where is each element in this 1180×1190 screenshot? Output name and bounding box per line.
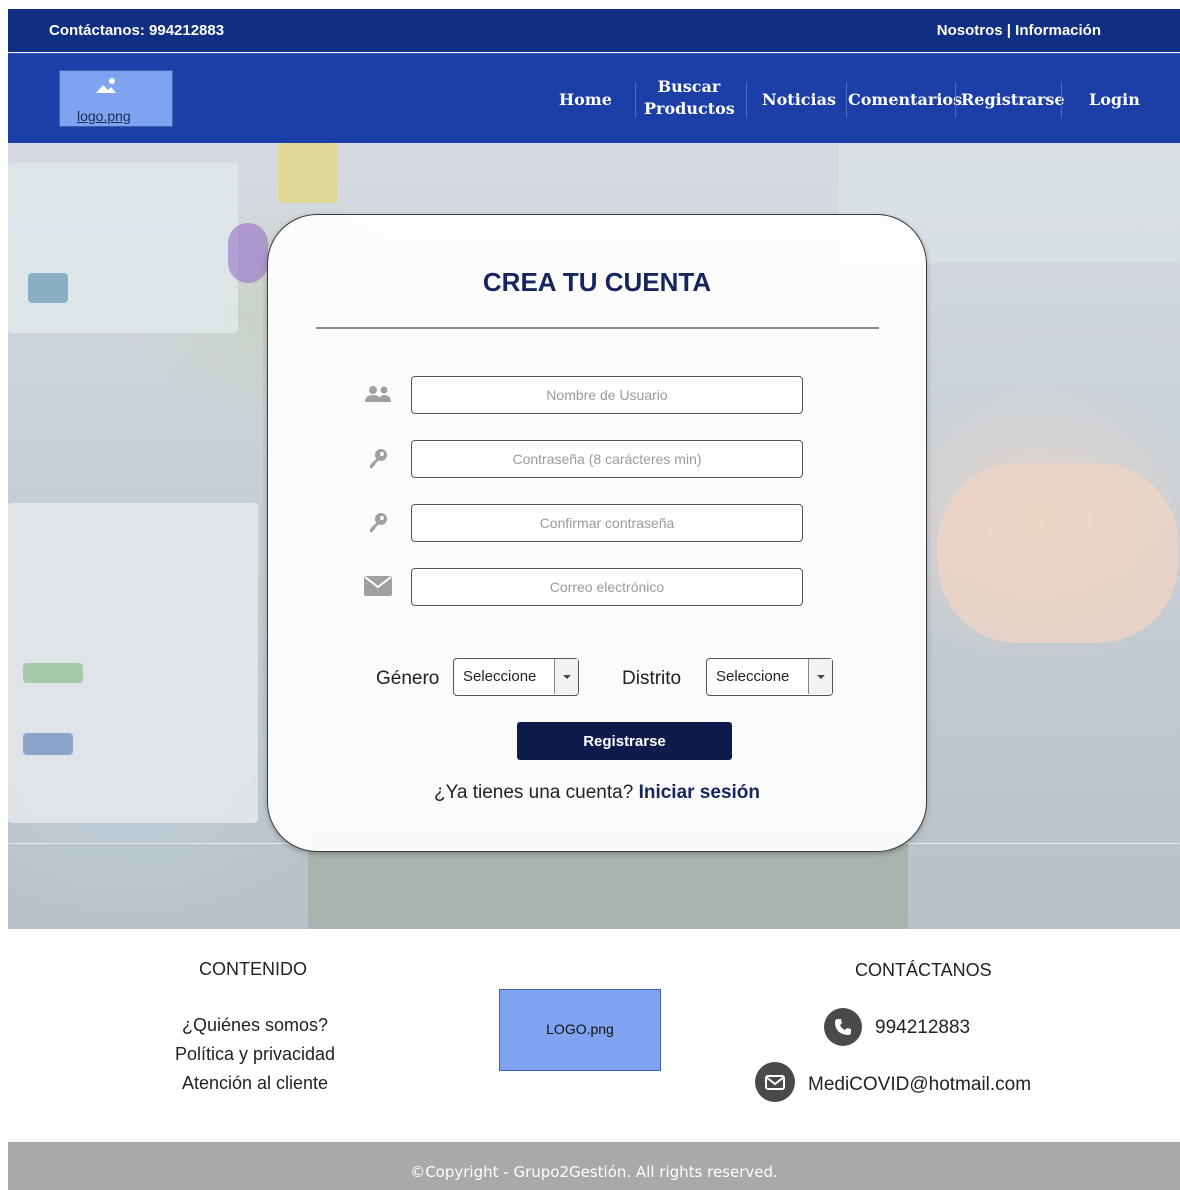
footer-link-support[interactable]: Atención al cliente (125, 1073, 385, 1094)
footer-logo: LOGO.png (499, 989, 661, 1071)
background-shape (228, 223, 268, 283)
key-icon (364, 510, 392, 534)
email-row (364, 568, 804, 606)
phone-icon (824, 1008, 862, 1046)
page: Contáctanos: 994212883 Nosotros | Inform… (0, 0, 1180, 1190)
nav-buscar-productos[interactable]: Buscar Productos (644, 76, 735, 120)
email-input[interactable] (411, 568, 803, 606)
topbar-about-links[interactable]: Nosotros | Información (937, 22, 1101, 39)
background-shape (28, 273, 68, 303)
footer-logo-label: LOGO.png (546, 1021, 614, 1037)
footer-link-privacy[interactable]: Política y privacidad (125, 1044, 385, 1065)
gender-select-value: Seleccione (463, 668, 537, 685)
login-prompt: ¿Ya tienes una cuenta? Iniciar sesión (268, 782, 926, 804)
register-button[interactable]: Registrarse (517, 722, 732, 760)
district-select[interactable]: Seleccione (706, 658, 833, 696)
topbar-contact: Contáctanos: 994212883 (49, 22, 225, 39)
copyright-bar: ©Copyright - Grupo2Gestión. All rights r… (8, 1142, 1180, 1190)
image-placeholder-icon (96, 78, 116, 93)
gender-select[interactable]: Seleccione (453, 658, 579, 696)
footer: CONTENIDO ¿Quiénes somos? Política y pri… (8, 929, 1180, 1142)
envelope-icon (755, 1062, 795, 1102)
header-logo[interactable]: logo.png (59, 70, 173, 127)
confirm-password-row (364, 504, 804, 542)
main-navbar: logo.png Home Buscar Productos Noticias … (8, 53, 1180, 143)
nav-divider (955, 82, 956, 118)
footer-email[interactable]: MediCOVID@hotmail.com (808, 1074, 1031, 1096)
register-title: CREA TU CUENTA (482, 267, 712, 297)
envelope-icon (364, 574, 392, 598)
nav-comentarios[interactable]: Comentarios (848, 89, 962, 111)
users-icon (364, 382, 392, 406)
background-shape (23, 663, 83, 683)
footer-contact-title: CONTÁCTANOS (855, 960, 992, 980)
nav-divider (746, 82, 747, 118)
background-shape (8, 163, 238, 333)
background-shape (23, 733, 73, 755)
title-divider (316, 327, 879, 329)
username-row (364, 376, 804, 414)
nav-divider (846, 82, 847, 118)
nav-divider (1061, 82, 1062, 118)
district-label: Distrito (622, 668, 682, 689)
username-input[interactable] (411, 376, 803, 414)
background-shape (938, 463, 1178, 643)
top-contact-bar: Contáctanos: 994212883 Nosotros | Inform… (8, 9, 1180, 52)
hero-background: CREA TU CUENTA Nombre de Usuario Correo … (8, 143, 1180, 929)
copyright-text: ©Copyright - Grupo2Gestión. All rights r… (410, 1163, 778, 1181)
nav-divider (635, 82, 636, 118)
background-shape (278, 143, 338, 203)
password-input[interactable] (411, 440, 803, 478)
nav-home[interactable]: Home (559, 89, 612, 111)
password-row (364, 440, 804, 478)
footer-content-title: CONTENIDO (199, 959, 307, 979)
district-select-value: Seleccione (716, 668, 790, 685)
login-prompt-text: ¿Ya tienes una cuenta? (433, 782, 634, 803)
footer-link-about[interactable]: ¿Quiénes somos? (125, 1015, 385, 1036)
key-icon (364, 446, 392, 470)
nav-login[interactable]: Login (1089, 89, 1140, 111)
footer-phone: 994212883 (875, 1017, 971, 1038)
gender-label: Género (376, 668, 440, 689)
nav-registrarse[interactable]: Registrarse (961, 89, 1065, 111)
chevron-down-icon[interactable] (554, 659, 578, 694)
register-card: CREA TU CUENTA Nombre de Usuario Correo … (267, 214, 927, 852)
chevron-down-icon[interactable] (808, 659, 832, 694)
nav-noticias[interactable]: Noticias (762, 89, 836, 111)
login-link[interactable]: Iniciar sesión (639, 782, 760, 803)
confirm-password-input[interactable] (411, 504, 803, 542)
header-logo-label: logo.png (77, 108, 131, 124)
